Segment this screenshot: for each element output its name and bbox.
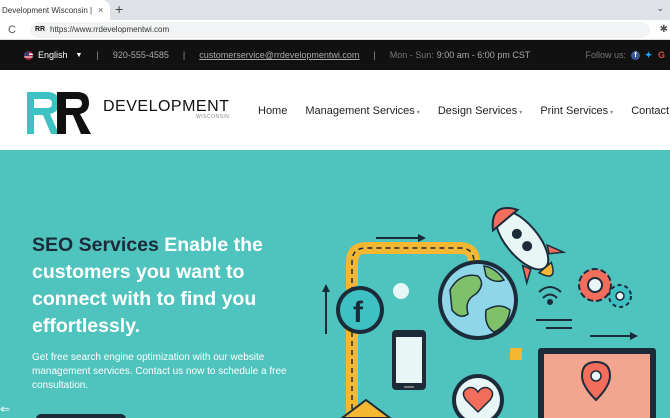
chevron-down-icon: ▾ [416,110,420,116]
smartphone-icon [392,330,426,390]
tab-title: Development Wisconsin | Sc [2,5,94,15]
arrow-right-icon [590,332,638,340]
top-info-bar: English ▼ | 920-555-4585 | customerservi… [0,40,670,70]
chevron-down-icon[interactable]: ⌄ [656,3,664,14]
laptop-map-icon [538,348,656,418]
hero-heading: SEO Services Enable the customers you wa… [32,232,302,340]
globe-icon [438,260,518,340]
hero-subtext: Get free search engine optimization with… [32,352,287,391]
separator: | [373,50,376,60]
heart-icon [452,374,504,418]
site-favicon-icon: RR [34,26,46,33]
social-links: f ✦ G [631,50,666,60]
twitter-icon[interactable]: ✦ [644,50,653,60]
language-selector[interactable]: English ▼ [24,50,82,60]
browser-tab[interactable]: Development Wisconsin | Sc × [0,0,110,20]
hero-section: SEO Services Enable the customers you wa… [0,150,670,418]
language-label: English [38,50,68,60]
email-link[interactable]: customerservice@rrdevelopmentwi.com [199,50,359,60]
site-header: DEVELOPMENT WISCONSIN Home Management Se… [0,70,670,150]
browser-tab-bar: Development Wisconsin | Sc × + ⌄ [0,0,670,20]
google-icon[interactable]: G [657,50,666,60]
chevron-down-icon: ▼ [75,51,83,59]
main-nav: Home Management Services ▾ Design Service… [258,105,670,117]
chevron-down-icon: ▾ [610,110,614,116]
svg-text:f: f [353,296,364,329]
arrow-up-icon [322,284,330,334]
facebook-icon: f [336,286,384,334]
nav-item-home[interactable]: Home [258,105,287,117]
facebook-icon[interactable]: f [631,50,640,60]
close-icon[interactable]: × [98,5,103,15]
arrow-right-icon [376,234,426,242]
nav-item-design-services[interactable]: Design Services ▾ [438,105,523,117]
chevron-down-icon: ▾ [519,110,523,116]
new-tab-button[interactable]: + [115,2,123,16]
hero-cta-button[interactable] [36,414,126,418]
seo-illustration: f [322,207,656,418]
nav-item-management-services[interactable]: Management Services ▾ [305,105,419,117]
browser-address-bar: C RR https://www.rrdevelopmentwi.com ✱ [0,20,670,40]
hours-time: 9:00 am - 6:00 pm CST [436,50,531,60]
url-text: https://www.rrdevelopmentwi.com [50,25,170,34]
hero-heading-highlight: SEO Services [32,234,159,256]
phone-number[interactable]: 920-555-4585 [113,50,169,60]
slider-prev-arrow-icon[interactable]: ⇐ [0,402,10,416]
site-logo[interactable]: DEVELOPMENT WISCONSIN [25,92,229,134]
gear-icon [578,268,632,308]
separator: | [96,50,99,60]
us-flag-icon [24,50,33,60]
reload-icon[interactable]: C [8,24,22,36]
url-input[interactable]: RR https://www.rrdevelopmentwi.com [30,21,650,38]
nav-item-print-services[interactable]: Print Services ▾ [540,105,613,117]
rr-logo-icon [27,92,91,134]
hours-label: Mon - Sun: [389,50,434,60]
signal-icon [538,286,562,305]
separator: | [182,50,186,60]
nav-item-contact[interactable]: Contact U [631,105,670,117]
follow-us-label: Follow us: [585,50,626,60]
extensions-puzzle-icon[interactable]: ✱ [660,24,668,35]
